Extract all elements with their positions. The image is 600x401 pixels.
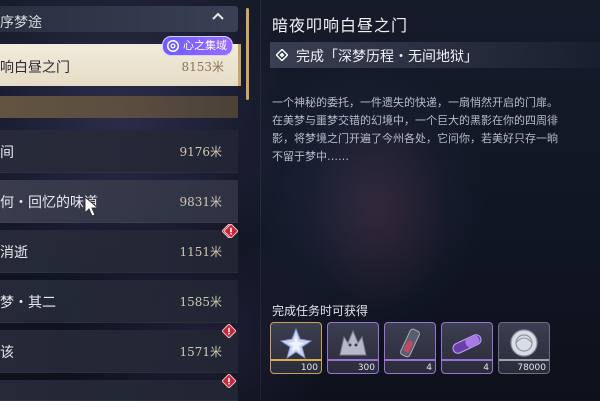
- alert-icon: [224, 224, 238, 238]
- rarity-stripe: [499, 359, 549, 361]
- reward-item[interactable]: 78000: [498, 322, 550, 374]
- quest-item[interactable]: 间 9176米: [0, 130, 238, 173]
- reward-item[interactable]: 100: [270, 322, 322, 374]
- section-divider: [0, 96, 238, 118]
- swirl-icon: [167, 40, 179, 52]
- chevron-up-icon[interactable]: [210, 9, 226, 25]
- quest-name: 消逝: [0, 245, 28, 261]
- alert-icon: [222, 324, 236, 338]
- quest-distance: 8153米: [181, 60, 224, 74]
- quest-name: 间: [0, 145, 14, 161]
- quest-item[interactable]: 梦・其二 1585米: [0, 280, 238, 323]
- tube-potion-icon: [400, 328, 420, 358]
- reward-quantity: 4: [426, 363, 432, 373]
- rarity-stripe: [328, 359, 378, 361]
- quest-item[interactable]: 何・回忆的味道 9831米: [0, 180, 238, 223]
- quest-name: 响白昼之门: [0, 60, 70, 76]
- diamond-marker-icon: [276, 49, 288, 61]
- scrollbar-thumb[interactable]: [246, 8, 249, 100]
- star-crystal-icon: [279, 327, 313, 360]
- rarity-stripe: [271, 359, 321, 361]
- reward-item[interactable]: 4: [441, 322, 493, 374]
- mouse-cursor-icon: [84, 196, 100, 217]
- objective-row: 完成「深梦历程・无间地狱」: [270, 42, 600, 68]
- reward-item[interactable]: 4: [384, 322, 436, 374]
- quest-list-panel: 序梦途 响白昼之门 8153米 心之集域 间 9176米 何・回忆的味道 983…: [0, 0, 250, 401]
- objective-text: 完成「深梦历程・无间地狱」: [296, 49, 478, 65]
- reward-title: 完成任务时可获得: [272, 304, 369, 318]
- category-tag-badge: 心之集域: [162, 36, 233, 56]
- quest-detail-panel: 暗夜叩响白昼之门 完成「深梦历程・无间地狱」 一个神秘的委托，一件遗失的快递，一…: [258, 0, 600, 400]
- category-header[interactable]: 序梦途: [0, 6, 238, 32]
- quest-item[interactable]: 消逝 1151米: [0, 224, 238, 273]
- rarity-stripe: [385, 359, 435, 361]
- wolf-echo-icon: [339, 329, 367, 356]
- quest-name: 该: [0, 345, 14, 361]
- shell-coin-icon: [510, 329, 538, 357]
- quest-title: 暗夜叩响白昼之门: [272, 16, 409, 35]
- quest-distance: 1585米: [179, 295, 222, 309]
- quest-distance: 1571米: [179, 345, 222, 359]
- reward-quantity: 4: [483, 363, 489, 373]
- quest-distance: 9831米: [179, 195, 222, 209]
- quest-name: 梦・其二: [0, 295, 56, 311]
- reward-quantity: 300: [357, 363, 375, 373]
- quest-distance: 9176米: [179, 145, 222, 159]
- reward-quantity: 78000: [517, 363, 546, 373]
- rarity-stripe: [442, 359, 492, 361]
- alert-icon: [222, 374, 236, 388]
- quest-item[interactable]: 该 1571米: [0, 324, 238, 373]
- reward-quantity: 100: [300, 363, 318, 373]
- quest-distance: 1151米: [179, 245, 222, 259]
- capsule-icon: [452, 334, 482, 354]
- quest-description: 一个神秘的委托，一件遗失的快递，一扇悄然开启的门扉。 在美梦与噩梦交错的幻境中，…: [272, 96, 558, 163]
- category-tag-label: 心之集域: [183, 39, 227, 52]
- category-title: 序梦途: [0, 15, 42, 31]
- reward-item[interactable]: 300: [327, 322, 379, 374]
- quest-item[interactable]: [0, 374, 238, 401]
